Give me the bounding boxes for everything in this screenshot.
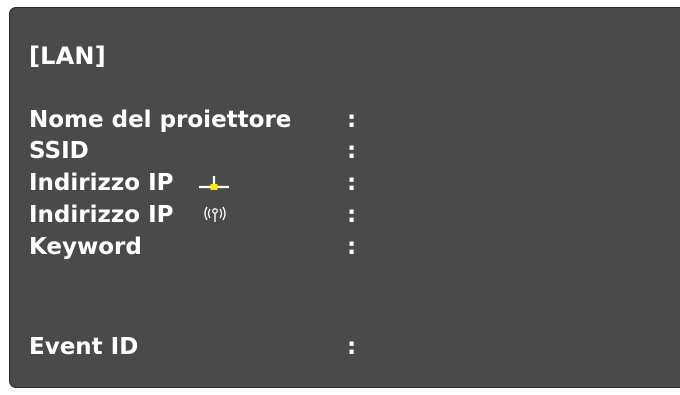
wired-ip-separator: : xyxy=(347,170,357,196)
wireless-antenna-icon xyxy=(204,206,226,222)
wired-lan-icon xyxy=(199,176,229,190)
event-id-label: Event ID xyxy=(29,334,139,360)
info-row-projector-name: Nome del proiettore : xyxy=(29,105,669,135)
info-row-event-id: Event ID : xyxy=(29,332,669,362)
info-row-wireless-ip: Indirizzo IP : xyxy=(29,200,669,230)
info-row-wired-ip: Indirizzo IP : xyxy=(29,168,669,198)
wired-ip-label: Indirizzo IP xyxy=(29,170,174,196)
wireless-ip-separator: : xyxy=(347,202,357,228)
panel-title: [LAN] xyxy=(29,42,106,70)
keyword-separator: : xyxy=(347,234,357,260)
wireless-ip-label: Indirizzo IP xyxy=(29,202,174,228)
projector-name-separator: : xyxy=(347,107,357,133)
info-row-keyword: Keyword : xyxy=(29,232,669,262)
projector-name-label: Nome del proiettore xyxy=(29,107,292,133)
keyword-label: Keyword xyxy=(29,234,142,260)
event-id-separator: : xyxy=(347,334,357,360)
info-row-ssid: SSID : xyxy=(29,136,669,166)
ssid-label: SSID xyxy=(29,138,89,164)
ssid-separator: : xyxy=(347,138,357,164)
lan-info-panel: [LAN] Nome del proiettore : SSID : Indir… xyxy=(9,7,680,388)
